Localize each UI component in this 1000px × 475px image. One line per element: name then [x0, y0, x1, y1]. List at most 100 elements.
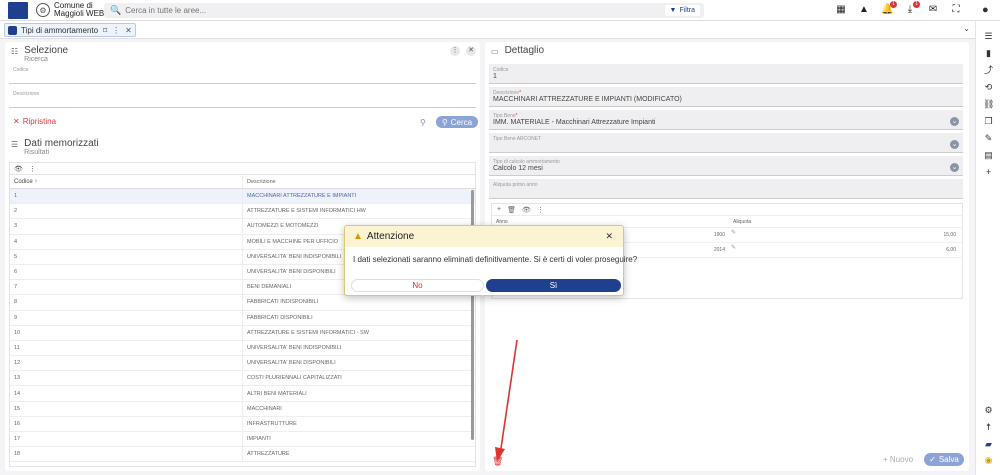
descrizione-search-field[interactable]: Descrizione [9, 88, 476, 108]
cell-codice: 17 [10, 432, 243, 447]
help-icon[interactable]: ◉ [983, 455, 994, 466]
yes-button[interactable]: Sì [486, 279, 621, 292]
column-descrizione[interactable]: Descrizione [243, 175, 475, 188]
fullscreen-icon[interactable]: ⛶ [950, 3, 962, 17]
column-codice[interactable]: Codice ↑ [10, 175, 243, 188]
column-aliquota[interactable]: Aliquota [729, 219, 962, 225]
mail-icon[interactable]: ✉ [927, 3, 939, 17]
cell-codice: 18 [10, 447, 243, 462]
aliquota-primo-anno-field[interactable]: Aliquota primo anno [489, 179, 963, 199]
copy-icon[interactable]: ❐ [983, 116, 994, 127]
table-row[interactable]: 8 FABBRICATI INDISPONIBILI [10, 295, 475, 311]
chevron-down-icon[interactable]: ⌄ [963, 24, 970, 33]
table-row[interactable]: 16 INFRASTRUTTURE [10, 416, 475, 432]
cell-codice: 9 [10, 310, 243, 325]
tipo-bene-arconet-select[interactable]: Tipo Bene ARCONET ⌄ [489, 133, 963, 153]
chevron-down-icon[interactable]: ⌄ [950, 140, 959, 149]
pencil-icon[interactable]: ✎ [731, 244, 736, 251]
selection-header: ☷ Selezione Ricerca [11, 45, 68, 63]
chevron-down-icon[interactable]: ⌄ [950, 163, 959, 172]
tipo-bene-arconet-label: Tipo Bene ARCONET [493, 136, 542, 142]
tab-tipi-ammortamento[interactable]: Tipi di ammortamento ⌑ ⋮ ✕ [4, 23, 136, 37]
descrizione-search-label: Descrizione [13, 91, 40, 97]
list-icon[interactable]: ☰ [983, 31, 994, 42]
add-icon[interactable]: + [497, 206, 501, 213]
plus-icon[interactable]: + [983, 167, 994, 178]
reset-label: Ripristina [22, 117, 57, 126]
search-button[interactable]: ⚲ Cerca [436, 116, 478, 128]
settings-icon[interactable]: ⚙ [36, 3, 50, 17]
table-row[interactable]: 14 ALTRI BENI MATERIALI [10, 386, 475, 402]
descrizione-field[interactable]: Descrizione* MACCHINARI ATTREZZATURE E I… [489, 87, 963, 107]
history-icon[interactable]: ⟲ [983, 82, 994, 93]
tab-bar: Tipi di ammortamento ⌑ ⋮ ✕ ⌄ [0, 21, 975, 39]
tipo-calcolo-value: Calcolo 12 mesi [493, 165, 543, 172]
cell-codice: 10 [10, 325, 243, 340]
filter-list-icon: ☷ [11, 47, 19, 56]
close-icon[interactable]: ✕ [125, 26, 132, 35]
table-row[interactable]: 17 IMPIANTI [10, 432, 475, 448]
book-icon[interactable]: ▮ [983, 48, 994, 59]
table-row[interactable]: 1 MACCHINARI ATTREZZATURE E IMPIANTI [10, 189, 475, 205]
filter-button[interactable]: ▼ Filtra [664, 5, 700, 16]
codice-search-field[interactable]: Codice [9, 64, 476, 84]
column-anno[interactable]: Anno [492, 219, 729, 225]
global-search-input[interactable] [125, 6, 606, 15]
reset-button[interactable]: ✕ Ripristina [13, 117, 56, 126]
save-button[interactable]: ✓ Salva [924, 453, 964, 466]
table-row[interactable]: 10 ATTREZZATURE E SISTEMI INFORMATICI - S… [10, 325, 475, 341]
more-icon[interactable]: ⋮ [112, 26, 120, 35]
eye-icon[interactable]: 👁 [522, 206, 531, 214]
close-icon[interactable]: ✕ [605, 231, 613, 242]
chevron-down-icon[interactable]: ⌄ [950, 117, 959, 126]
gear-icon[interactable]: ⚙ [983, 405, 994, 416]
search-icon: ⚲ [441, 117, 448, 127]
more-vert-icon[interactable]: ⋮ [29, 165, 36, 173]
no-button[interactable]: No [351, 279, 484, 292]
dialog-message: I dati selezionati saranno eliminati def… [353, 255, 638, 264]
warning-icon[interactable]: ▲ [858, 3, 870, 17]
table-row[interactable]: 12 UNIVERSALITA' BENI DISPONIBILI [10, 356, 475, 372]
delete-icon[interactable]: 🗑 [507, 206, 516, 214]
apps-grid-icon[interactable]: ▦ [835, 3, 847, 17]
download-icon[interactable]: ⤓ 1 [904, 1, 920, 17]
cell-descrizione: FABBRICATI INDISPONIBILI [247, 299, 319, 306]
bell-icon[interactable]: 🔔 1 [881, 1, 897, 17]
tipo-bene-select[interactable]: Tipo Bene* IMM. MATERIALE - Macchinari A… [489, 110, 963, 130]
chat-icon[interactable]: ▰ [983, 439, 994, 450]
new-button[interactable]: + Nuovo [883, 455, 913, 464]
table-row[interactable]: 9 FABBRICATI DISPONIBILI [10, 310, 475, 326]
pencil-icon[interactable]: ✎ [731, 229, 736, 236]
accessibility-icon[interactable]: ☨ [983, 422, 994, 433]
more-vert-icon[interactable]: ⋮ [537, 206, 544, 214]
cell-descrizione: FABBRICATI DISPONIBILI [247, 314, 313, 321]
eye-icon[interactable]: 👁 [14, 165, 23, 173]
trend-icon[interactable]: ⤴ [983, 65, 994, 76]
global-search: 🔍 ▼ Filtra [104, 3, 704, 18]
zoom-search-icon[interactable]: ⚲ [420, 118, 426, 127]
table-row[interactable]: 11 UNIVERSALITA' BENI INDISPONIBILI [10, 340, 475, 357]
results-subtitle: Risultati [24, 149, 50, 156]
selection-subtitle: Ricerca [24, 56, 48, 63]
table-row[interactable]: 13 COSTI PLURIENNALI CAPITALIZZATI [10, 371, 475, 387]
delete-record-icon[interactable]: 🗑 [492, 456, 503, 467]
cell-codice: 5 [10, 249, 243, 264]
tipo-calcolo-select[interactable]: Tipo di calcolo ammortamento Calcolo 12 … [489, 156, 963, 176]
edit-icon[interactable]: ✎ [983, 133, 994, 144]
user-avatar-icon[interactable]: ● [982, 4, 994, 16]
close-circle-icon[interactable]: ✕ [466, 46, 476, 56]
table-row[interactable]: 18 ATTREZZATURE [10, 447, 475, 463]
document-icon[interactable]: ▤ [983, 150, 994, 161]
cell-descrizione: ALTRI BENI MATERIALI [247, 390, 307, 397]
bookmark-icon[interactable]: ⌑ [103, 26, 107, 35]
more-vert-icon[interactable]: ⋮ [450, 46, 460, 56]
table-row[interactable]: 2 ATTREZZATURE E SISTEMI INFORMATICI HW [10, 204, 475, 220]
right-sidebar: ☰ ▮ ⤴ ⟲ ⛓ ❐ ✎ ▤ + ⚙ ☨ ▰ ◉ [975, 21, 1000, 475]
link-icon[interactable]: ⛓ [983, 99, 994, 110]
top-icons: ▦ ▲ 🔔 1 ⤓ 1 ✉ ⛶ [835, 1, 962, 17]
cell-codice: 12 [10, 356, 243, 371]
results-header: ☰ Dati memorizzati Risultati [11, 138, 99, 156]
aliquota-primo-anno-label: Aliquota primo anno [493, 182, 538, 188]
table-row[interactable]: 15 MACCHINARI [10, 401, 475, 417]
codice-field[interactable]: Codice 1 [489, 64, 963, 84]
